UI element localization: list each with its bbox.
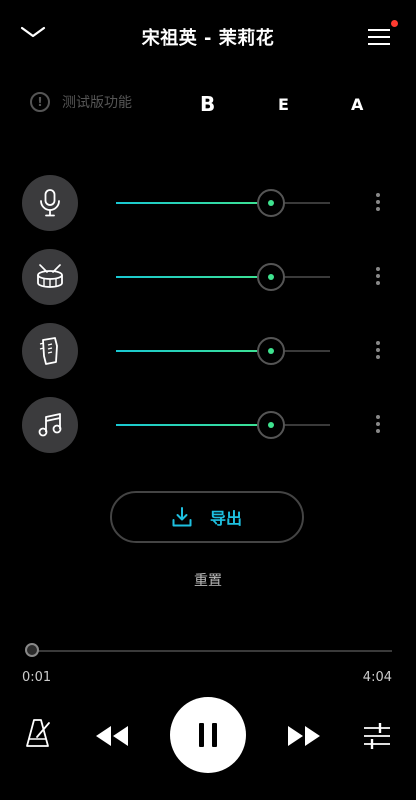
hamburger-menu-icon[interactable]: [366, 20, 398, 50]
current-time: 0:01: [22, 670, 52, 685]
vocal-volume-slider[interactable]: [116, 189, 330, 217]
mode-a-button[interactable]: A: [351, 95, 363, 114]
mixer-settings-icon[interactable]: [362, 720, 392, 750]
beta-feature-indicator: ! 测试版功能: [30, 92, 132, 112]
reset-button[interactable]: 重置: [0, 570, 416, 590]
notification-dot: [391, 20, 398, 27]
track-row-drums: [0, 249, 416, 305]
slider-fill: [116, 202, 271, 204]
mode-e-button[interactable]: E: [278, 95, 289, 114]
more-options-icon[interactable]: [372, 193, 384, 215]
beta-label: 测试版功能: [62, 95, 132, 111]
slider-fill: [116, 276, 271, 278]
metronome-icon[interactable]: [24, 718, 54, 750]
slider-thumb[interactable]: [257, 263, 286, 291]
progress-thumb[interactable]: [25, 643, 40, 657]
fast-forward-icon[interactable]: [284, 724, 324, 748]
microphone-icon[interactable]: [22, 175, 78, 231]
download-icon: [172, 507, 192, 527]
track-row-vocal: [0, 175, 416, 231]
guitar-volume-slider[interactable]: [116, 337, 330, 365]
total-time: 4:04: [362, 670, 392, 685]
slider-thumb[interactable]: [257, 189, 286, 217]
more-options-icon[interactable]: [372, 341, 384, 363]
more-options-icon[interactable]: [372, 267, 384, 289]
playback-progress-bar[interactable]: [25, 643, 392, 657]
other-volume-slider[interactable]: [116, 411, 330, 439]
slider-thumb[interactable]: [257, 337, 286, 365]
pause-button[interactable]: [170, 697, 246, 773]
track-row-guitar: [0, 323, 416, 379]
slider-fill: [116, 424, 271, 426]
guitar-icon[interactable]: [22, 323, 78, 379]
track-row-other: [0, 397, 416, 453]
slider-thumb[interactable]: [257, 411, 286, 439]
drums-volume-slider[interactable]: [116, 263, 330, 291]
export-button[interactable]: 导出: [110, 491, 304, 543]
drum-icon[interactable]: [22, 249, 78, 305]
music-note-icon[interactable]: [22, 397, 78, 453]
exclamation-circle-icon: !: [30, 92, 50, 112]
mode-b-button[interactable]: B: [200, 92, 215, 116]
more-options-icon[interactable]: [372, 415, 384, 437]
pause-icon: [199, 723, 217, 747]
export-label: 导出: [209, 509, 242, 528]
song-title: 宋祖英 - 茉莉花: [141, 28, 275, 49]
slider-fill: [116, 350, 271, 352]
rewind-icon[interactable]: [92, 724, 132, 748]
